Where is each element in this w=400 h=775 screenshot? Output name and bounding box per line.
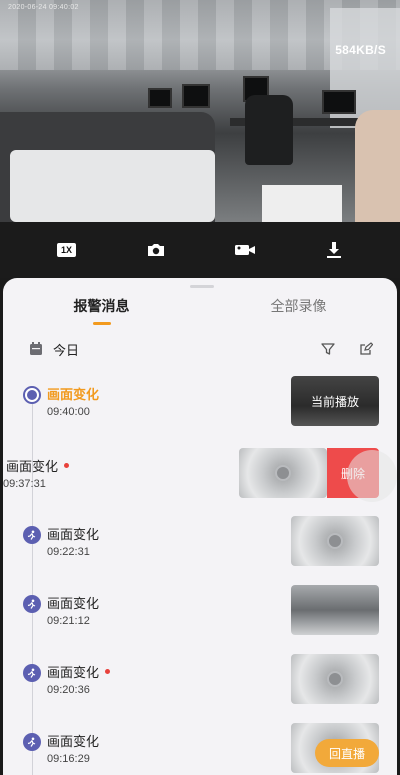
- edit-icon: [360, 342, 373, 355]
- tab-alarm-messages[interactable]: 报警消息: [3, 290, 200, 330]
- touch-indicator: [347, 450, 397, 502]
- event-time: 09:21:12: [47, 615, 90, 627]
- motion-icon: [23, 664, 41, 682]
- event-title-text: 画面变化: [47, 596, 100, 611]
- event-row[interactable]: 画面变化 09:20:36: [3, 654, 397, 708]
- calendar-icon[interactable]: [29, 342, 43, 356]
- event-time: 09:40:00: [47, 406, 90, 418]
- event-title-text: 画面变化: [47, 665, 100, 680]
- player-toolbar: 1X: [0, 222, 400, 278]
- tab-label: 报警消息: [73, 297, 130, 314]
- video-scene-chair: [245, 95, 293, 165]
- tab-label: 全部录像: [270, 297, 327, 314]
- event-current-dot-inner: [27, 390, 37, 400]
- download-icon: [326, 242, 341, 258]
- back-to-live-button[interactable]: 回直播: [315, 739, 379, 767]
- event-title-text: 画面变化: [47, 734, 100, 749]
- video-record-icon: [234, 245, 255, 255]
- motion-icon-glyph: [27, 737, 36, 747]
- date-label[interactable]: 今日: [53, 340, 303, 359]
- event-title: 画面变化: [6, 456, 70, 475]
- filter-button[interactable]: [315, 336, 341, 362]
- download-button[interactable]: [314, 230, 354, 270]
- playback-speed-label: 1X: [56, 243, 76, 257]
- now-playing-label: 当前播放: [310, 394, 359, 409]
- network-speed: 584KB/S: [335, 43, 386, 57]
- video-scene-box: [262, 185, 342, 222]
- event-row[interactable]: 画面变化 09:21:12: [3, 585, 397, 639]
- event-title: 画面变化: [47, 384, 99, 403]
- motion-icon: [23, 733, 41, 751]
- event-title: 画面变化: [47, 731, 99, 750]
- playback-speed-button[interactable]: 1X: [47, 230, 87, 270]
- video-scene-monitor: [322, 90, 356, 114]
- unread-dot: [64, 463, 70, 468]
- event-title-text: 画面变化: [47, 527, 100, 542]
- edit-button[interactable]: [353, 336, 379, 362]
- lock-icon: [275, 465, 291, 481]
- event-row[interactable]: 画面变化 09:22:31: [3, 516, 397, 570]
- motion-icon-glyph: [27, 530, 36, 540]
- motion-icon-glyph: [27, 599, 36, 609]
- event-sheet: 报警消息 全部录像 今日 画面变化 09:40:00 当前播放 画面变化 09:…: [3, 278, 397, 775]
- tab-all-recordings[interactable]: 全部录像: [200, 290, 397, 330]
- video-scene-partition-panel: [10, 150, 215, 222]
- record-button[interactable]: [225, 230, 265, 270]
- sheet-drag-handle[interactable]: [190, 285, 214, 288]
- video-scene-person: [355, 110, 400, 222]
- filter-icon: [321, 343, 335, 355]
- event-time: 09:22:31: [47, 546, 90, 558]
- event-thumbnail[interactable]: [291, 654, 379, 704]
- event-title-text: 画面变化: [47, 387, 100, 402]
- tab-bar: 报警消息 全部录像: [3, 290, 397, 330]
- video-player[interactable]: 2020-06-24 09:40:02 584KB/S: [0, 0, 400, 222]
- lock-icon: [327, 533, 343, 549]
- event-thumbnail[interactable]: [239, 448, 327, 498]
- tab-indicator: [290, 322, 308, 325]
- unread-dot: [105, 669, 111, 674]
- event-title: 画面变化: [47, 593, 99, 612]
- video-scene-monitor: [182, 84, 210, 108]
- event-time: 09:20:36: [47, 684, 90, 696]
- event-title-text: 画面变化: [6, 459, 59, 474]
- snapshot-button[interactable]: [136, 230, 176, 270]
- motion-icon: [23, 526, 41, 544]
- event-row[interactable]: 画面变化 09:40:00 当前播放: [3, 376, 397, 430]
- event-title: 画面变化: [47, 524, 99, 543]
- event-row-swiped[interactable]: 画面变化 09:37:31 删除: [3, 448, 397, 502]
- date-bar: 今日: [3, 334, 397, 364]
- lock-icon: [327, 671, 343, 687]
- event-title: 画面变化: [47, 662, 111, 681]
- tab-active-indicator: [92, 321, 111, 325]
- motion-icon-glyph: [27, 668, 36, 678]
- event-time: 09:37:31: [3, 478, 46, 490]
- event-thumbnail[interactable]: [291, 585, 379, 635]
- camera-icon: [147, 244, 164, 256]
- event-current-dot: [23, 386, 41, 404]
- video-timestamp: 2020-06-24 09:40:02: [8, 4, 79, 11]
- motion-icon: [23, 595, 41, 613]
- event-time: 09:16:29: [47, 753, 90, 765]
- event-thumbnail[interactable]: 当前播放: [291, 376, 379, 426]
- video-scene-monitor: [148, 88, 172, 108]
- event-thumbnail[interactable]: [291, 516, 379, 566]
